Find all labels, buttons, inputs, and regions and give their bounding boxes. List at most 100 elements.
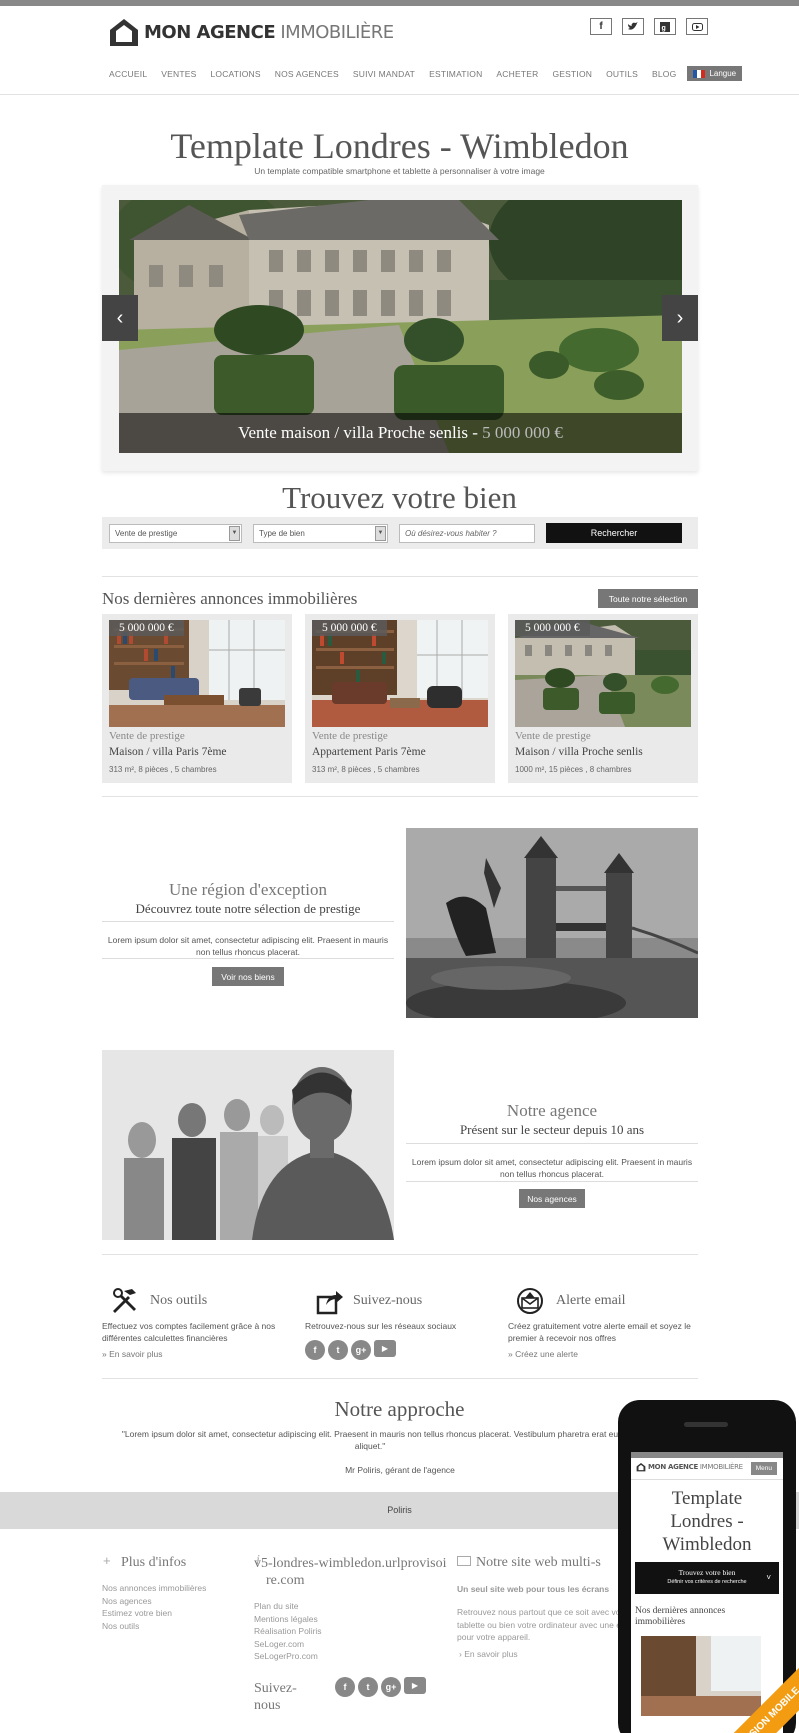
footer-link[interactable]: Nos outils <box>102 1620 206 1633</box>
phone-search-toggle[interactable]: Trouvez votre bien Définir vos critères … <box>635 1562 779 1594</box>
tools-text: Effectuez vos comptes facilement grâce à… <box>102 1321 276 1343</box>
footer-multi-link[interactable]: › En savoir plus <box>459 1649 518 1659</box>
slider-next-button[interactable]: › <box>662 295 698 341</box>
footer-infos-title: Plus d'infos <box>121 1555 187 1570</box>
listing-name[interactable]: Maison / villa Proche senlis <box>515 746 643 758</box>
slide-caption-text: Vente maison / villa Proche senlis - <box>238 423 483 442</box>
all-listings-button[interactable]: Toute notre sélection <box>598 589 698 608</box>
slider-prev-button[interactable]: ‹ <box>102 295 138 341</box>
divider <box>102 576 698 577</box>
follow-title: Suivez-nous <box>353 1293 423 1308</box>
listing-name[interactable]: Maison / villa Paris 7ème <box>109 746 227 758</box>
nav-item-acheter[interactable]: ACHETER <box>496 69 538 79</box>
divider <box>102 1254 698 1255</box>
twitter-icon[interactable] <box>622 18 644 35</box>
approach-author: Mr Poliris, gérant de l'agence <box>345 1465 455 1475</box>
youtube-icon[interactable]: ▶ <box>404 1677 426 1694</box>
footer-link[interactable]: Réalisation Poliris <box>254 1625 322 1638</box>
french-flag-icon <box>693 69 706 78</box>
nav-item-gestion[interactable]: GESTION <box>552 69 592 79</box>
nav-item-blog[interactable]: BLOG <box>652 69 676 79</box>
listing-card[interactable]: 5 000 000 € Vente de prestige Appartemen… <box>305 614 495 783</box>
nav-item-estimation[interactable]: ESTIMATION <box>429 69 482 79</box>
listing-details: 1000 m², 15 pièces , 8 chambres <box>515 765 632 774</box>
google-plus-icon[interactable]: g <box>654 18 676 35</box>
transaction-select-value: Vente de prestige <box>115 528 178 538</box>
agency-subtitle: Présent sur le secteur depuis 10 ans <box>459 1122 645 1137</box>
nav-item-accueil[interactable]: ACCUEIL <box>109 69 147 79</box>
location-input[interactable]: Où désirez-vous habiter ? <box>399 523 535 543</box>
footer-infos-links: Nos annonces immobilières Nos agences Es… <box>102 1582 206 1632</box>
facebook-icon[interactable]: f <box>335 1677 355 1697</box>
house-logo-icon <box>636 1462 646 1472</box>
footer-social-links: f t g+ ▶ <box>335 1677 426 1697</box>
region-title: Une région d'exception <box>169 880 327 899</box>
ribbon-label: VERSION MOBILE <box>697 1649 799 1733</box>
our-agencies-button[interactable]: Nos agences <box>519 1189 585 1208</box>
nav-item-nos-agences[interactable]: NOS AGENCES <box>275 69 339 79</box>
main-nav: ACCUEIL VENTES LOCATIONS NOS AGENCES SUI… <box>102 66 743 81</box>
house-logo-icon <box>108 16 140 48</box>
footer-site-title: v5-londres-wimbledon.urlprovisoire.com <box>254 1556 447 1588</box>
footer-link[interactable]: SeLogerPro.com <box>254 1650 322 1663</box>
listing-card[interactable]: 5 000 000 € Vente de prestige Maison / v… <box>102 614 292 783</box>
site-header: MON AGENCE IMMOBILIÈRE f g ACCUEIL VENTE… <box>0 6 799 95</box>
divider <box>631 1479 783 1480</box>
twitter-icon[interactable]: t <box>358 1677 378 1697</box>
slide-caption[interactable]: Vente maison / villa Proche senlis - 5 0… <box>119 413 682 453</box>
google-plus-icon[interactable]: g+ <box>381 1677 401 1697</box>
youtube-icon[interactable]: ▶ <box>374 1340 396 1357</box>
view-properties-button[interactable]: Voir nos biens <box>212 967 284 986</box>
twitter-icon[interactable]: t <box>328 1340 348 1360</box>
divider <box>406 1181 698 1182</box>
listing-card[interactable]: 5 000 000 € Vente de prestige Maison / v… <box>508 614 698 783</box>
footer-link[interactable]: Nos annonces immobilières <box>102 1582 206 1595</box>
mobile-version-ribbon: VERSION MOBILE <box>688 1645 799 1733</box>
listing-image-chateau <box>515 620 691 727</box>
google-plus-icon[interactable]: g+ <box>351 1340 371 1360</box>
youtube-icon[interactable] <box>686 18 708 35</box>
nav-item-locations[interactable]: LOCATIONS <box>210 69 260 79</box>
footer-link[interactable]: Mentions légales <box>254 1613 322 1626</box>
brand-name-bold: MON AGENCE <box>144 21 276 43</box>
property-type-select[interactable]: Type de bien ▼ <box>253 523 388 543</box>
london-bridge-image <box>406 828 698 1018</box>
footer-link[interactable]: Plan du site <box>254 1600 322 1613</box>
footer-multi-link-label: En savoir plus <box>464 1649 518 1659</box>
nav-item-outils[interactable]: OUTILS <box>606 69 638 79</box>
agency-title: Notre agence <box>506 1101 598 1120</box>
brand-name-bold: MON AGENCE <box>648 1463 698 1471</box>
divider <box>102 1378 698 1379</box>
share-icon <box>316 1287 344 1315</box>
listings-title: Nos dernières annonces immobilières <box>102 589 358 608</box>
nav-item-ventes[interactable]: VENTES <box>161 69 196 79</box>
phone-title: Template Londres - Wimbledon <box>662 1488 752 1555</box>
footer-link[interactable]: Nos agences <box>102 1595 206 1608</box>
listing-name[interactable]: Appartement Paris 7ème <box>312 746 426 758</box>
svg-text:g: g <box>662 25 666 32</box>
brand-name-light: IMMOBILIÈRE <box>280 21 394 43</box>
plus-icon: + <box>103 1553 111 1568</box>
listing-category: Vente de prestige <box>312 730 388 742</box>
facebook-icon[interactable]: f <box>305 1340 325 1360</box>
phone-menu-button[interactable]: Menu <box>750 1462 777 1475</box>
footer-link[interactable]: Estimez votre bien <box>102 1607 206 1620</box>
nav-item-suivi-mandat[interactable]: SUIVI MANDAT <box>353 69 415 79</box>
listing-price: 5 000 000 € <box>109 620 184 636</box>
site-logo[interactable]: MON AGENCE IMMOBILIÈRE <box>108 14 394 50</box>
search-button[interactable]: Rechercher <box>546 523 682 543</box>
facebook-icon[interactable]: f <box>590 18 612 35</box>
listing-details: 313 m², 8 pièces , 5 chambres <box>109 765 217 774</box>
header-social-links: f g <box>590 18 708 35</box>
search-form: Vente de prestige ▼ Type de bien ▼ Où dési… <box>102 517 698 549</box>
phone-search-title: Trouvez votre bien <box>678 1568 736 1577</box>
language-selector[interactable]: Langue <box>687 66 743 81</box>
tools-more-link[interactable]: » En savoir plus <box>102 1349 162 1359</box>
transaction-select[interactable]: Vente de prestige ▼ <box>109 523 242 543</box>
page-title: Template Londres - Wimbledon <box>170 126 629 166</box>
create-alert-link[interactable]: » Créez une alerte <box>508 1349 578 1359</box>
dropdown-arrow-icon: ▼ <box>229 525 240 541</box>
slide-image-chateau[interactable]: Vente maison / villa Proche senlis - 5 0… <box>119 200 682 453</box>
footer-link[interactable]: SeLoger.com <box>254 1638 322 1651</box>
region-subtitle: Découvrez toute notre sélection de prest… <box>135 901 361 916</box>
